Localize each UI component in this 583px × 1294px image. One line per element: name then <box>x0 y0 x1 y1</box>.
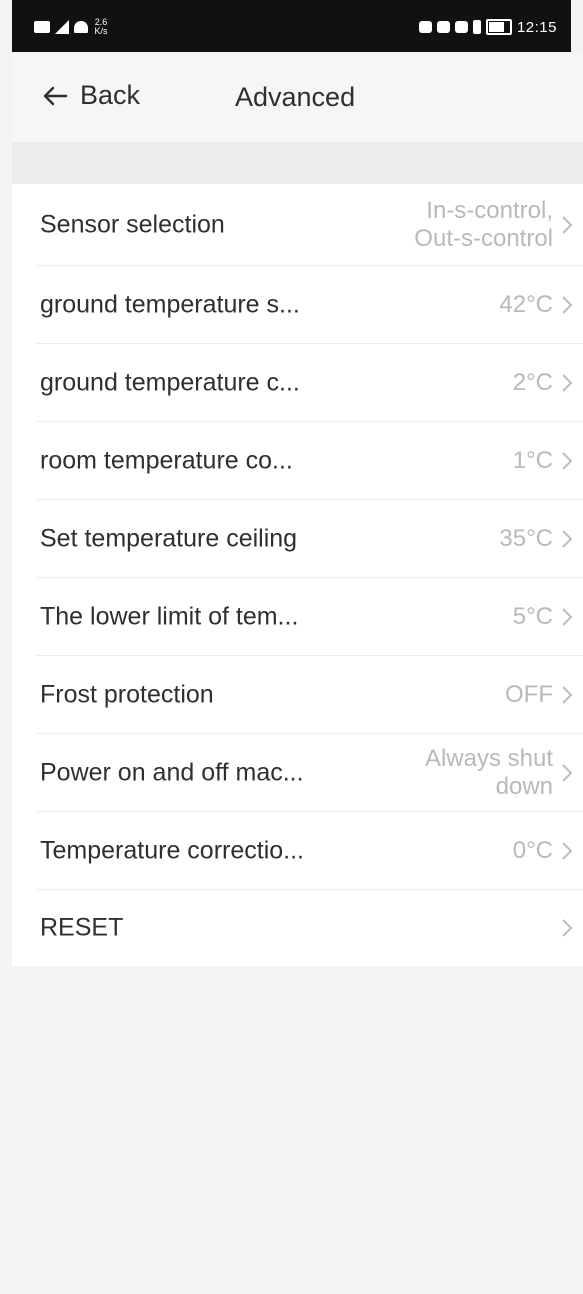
row-value-line: 35°C <box>499 525 553 552</box>
wifi-icon <box>74 21 88 33</box>
chevron-right-icon <box>561 295 573 315</box>
status-right-icons: 12:15 <box>418 17 557 37</box>
settings-row-temperature-ceiling[interactable]: Set temperature ceiling 35°C <box>12 500 583 578</box>
settings-row-power-on-off-machine[interactable]: Power on and off mac... Always shut down <box>12 734 583 812</box>
signal-icon <box>55 20 69 34</box>
row-label: Temperature correctio... <box>40 836 304 865</box>
row-label: The lower limit of tem... <box>40 602 299 631</box>
row-label: Frost protection <box>40 680 214 709</box>
row-value-line: 1°C <box>512 447 553 474</box>
back-button[interactable]: Back <box>42 80 140 111</box>
battery-icon <box>485 19 512 35</box>
row-value-line: 0°C <box>512 837 553 864</box>
page-title: Advanced <box>235 82 356 112</box>
arrow-left-icon <box>42 85 68 107</box>
row-value-line: down <box>495 773 553 800</box>
sim-card-icon <box>34 21 50 33</box>
status-time: 12:15 <box>516 18 557 36</box>
empty-area <box>12 966 583 1294</box>
vibrate-icon <box>454 21 468 33</box>
row-label: Power on and off mac... <box>40 758 304 787</box>
row-value-line: 42°C <box>499 291 553 318</box>
row-value-line: Out-s-control <box>414 225 553 252</box>
chevron-right-icon <box>561 451 573 471</box>
status-bar: 2.6 K/s 12:15 <box>12 0 571 52</box>
row-value: 0°C <box>513 837 553 865</box>
row-label: RESET <box>40 913 124 942</box>
row-label: Set temperature ceiling <box>40 524 298 553</box>
settings-row-ground-temperature-control[interactable]: ground temperature c... 2°C <box>12 344 583 422</box>
chevron-right-icon <box>561 529 573 549</box>
settings-list: Sensor selection In-s-control, Out-s-con… <box>12 184 583 966</box>
nfc-icon <box>436 21 450 33</box>
chevron-right-icon <box>561 607 573 627</box>
row-value: 2°C <box>513 369 553 397</box>
back-label: Back <box>80 80 141 110</box>
row-value-line: OFF <box>505 681 553 708</box>
row-label: room temperature co... <box>40 446 293 475</box>
status-left-icons: 2.6 K/s <box>34 17 109 37</box>
row-value: 35°C <box>499 525 553 553</box>
row-value: 5°C <box>513 603 553 631</box>
row-label: ground temperature c... <box>40 368 300 397</box>
row-value-line: 5°C <box>512 603 553 630</box>
row-value: 1°C <box>513 447 553 475</box>
settings-row-reset[interactable]: RESET <box>12 890 583 966</box>
settings-row-frost-protection[interactable]: Frost protection OFF <box>12 656 583 734</box>
row-value: Always shut down <box>425 745 553 801</box>
chevron-right-icon <box>561 841 573 861</box>
row-label: Sensor selection <box>40 210 225 239</box>
settings-row-temperature-correction[interactable]: Temperature correctio... 0°C <box>12 812 583 890</box>
settings-row-temperature-lower-limit[interactable]: The lower limit of tem... 5°C <box>12 578 583 656</box>
section-spacer <box>12 142 583 184</box>
chevron-right-icon <box>561 373 573 393</box>
chevron-right-icon <box>561 763 573 783</box>
network-speed: 2.6 K/s <box>93 18 109 36</box>
settings-row-room-temperature-control[interactable]: room temperature co... 1°C <box>12 422 583 500</box>
row-value-line: Always shut <box>424 745 553 772</box>
row-value: In-s-control, Out-s-control <box>414 197 553 253</box>
row-value-line: In-s-control, <box>426 197 553 224</box>
network-speed-unit: K/s <box>94 26 108 36</box>
settings-row-ground-temperature-setting[interactable]: ground temperature s... 42°C <box>12 266 583 344</box>
chevron-right-icon <box>561 215 573 235</box>
settings-row-sensor-selection[interactable]: Sensor selection In-s-control, Out-s-con… <box>12 184 583 266</box>
chevron-right-icon <box>561 685 573 705</box>
row-value: 42°C <box>499 291 553 319</box>
row-label: ground temperature s... <box>40 290 300 319</box>
bluetooth-icon <box>472 20 481 34</box>
chevron-right-icon <box>561 918 573 938</box>
row-value: OFF <box>505 681 553 709</box>
row-value-line: 2°C <box>512 369 553 396</box>
app-header: Back Advanced <box>12 52 583 142</box>
eye-comfort-icon <box>418 21 432 33</box>
